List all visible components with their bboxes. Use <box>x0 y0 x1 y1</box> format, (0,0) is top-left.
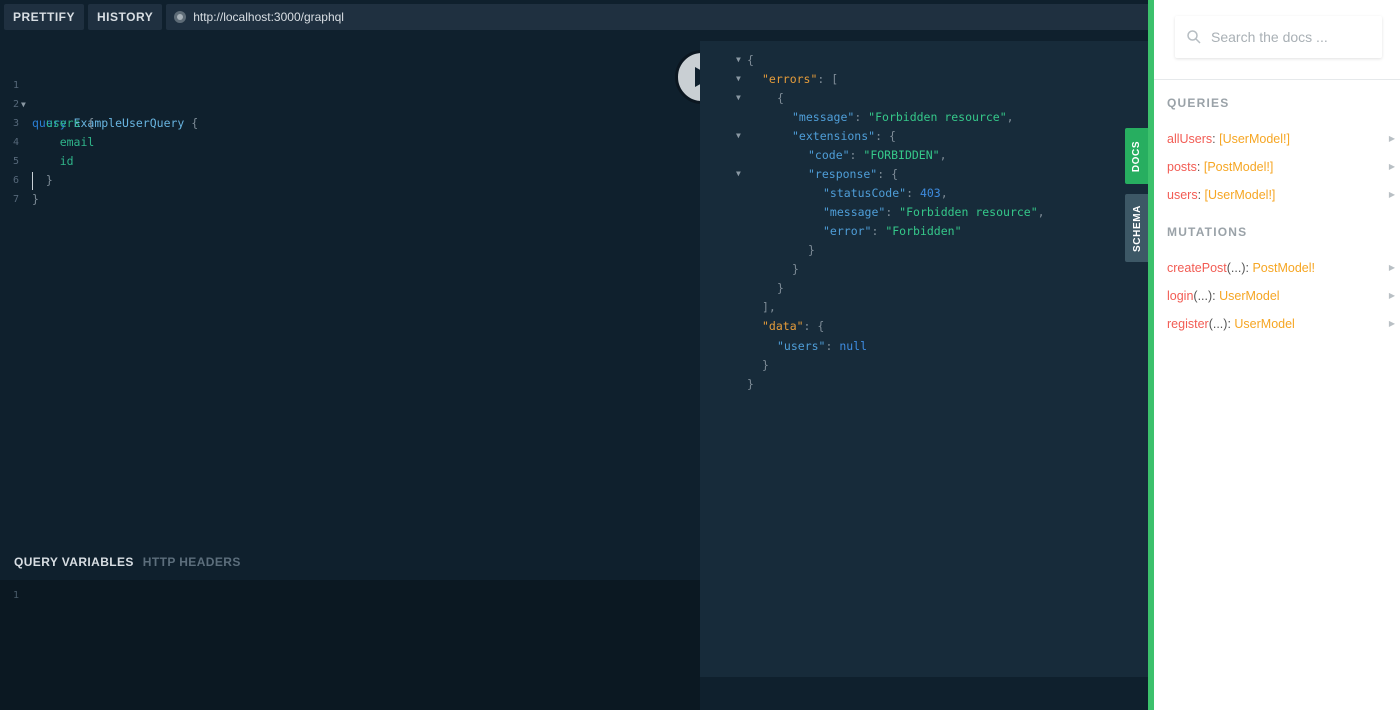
query-item-posts[interactable]: posts: [PostModel!] ▶ <box>1167 157 1399 177</box>
toolbar: PRETTIFY HISTORY http://localhost:3000/g… <box>0 0 1150 34</box>
history-button[interactable]: HISTORY <box>88 4 163 30</box>
fold-arrow-icon[interactable]: ▼ <box>736 93 741 102</box>
chevron-right-icon: ▶ <box>1388 162 1395 171</box>
tab-http-headers[interactable]: HTTP HEADERS <box>143 555 241 569</box>
endpoint-url-input[interactable]: http://localhost:3000/graphql <box>166 4 1150 30</box>
mutation-item-register[interactable]: register(...): UserModel ▶ <box>1167 314 1399 334</box>
fold-arrow-icon[interactable]: ▼ <box>736 131 741 140</box>
prettify-button[interactable]: PRETTIFY <box>4 4 85 30</box>
editor-line: 3 email <box>12 118 95 149</box>
query-item-users[interactable]: users: [UserModel!] ▶ <box>1167 185 1399 205</box>
editor-line: 1 ▼ query ExampleUserQuery { <box>12 80 199 130</box>
endpoint-url-text: http://localhost:3000/graphql <box>193 10 344 24</box>
bottom-strip <box>700 677 1148 710</box>
editor-line: 4 id <box>12 137 74 168</box>
chevron-right-icon: ▶ <box>1388 134 1395 143</box>
chevron-right-icon: ▶ <box>1388 291 1395 300</box>
query-editor[interactable]: 1 ▼ query ExampleUserQuery { 2 users { 3… <box>0 41 700 544</box>
fold-arrow-icon[interactable]: ▼ <box>736 55 741 64</box>
mutation-item-createpost[interactable]: createPost(...): PostModel! ▶ <box>1167 258 1399 278</box>
tab-query-variables[interactable]: QUERY VARIABLES <box>14 555 134 569</box>
status-dot-icon <box>174 11 187 23</box>
variables-editor[interactable]: 1 <box>0 580 700 710</box>
tab-docs[interactable]: DOCS <box>1125 128 1149 184</box>
tab-schema[interactable]: SCHEMA <box>1125 194 1149 262</box>
chevron-right-icon: ▶ <box>1388 319 1395 328</box>
mutations-section-title: MUTATIONS <box>1167 225 1248 239</box>
chevron-right-icon: ▶ <box>1388 190 1395 199</box>
text-cursor <box>32 172 33 190</box>
docs-search-box[interactable] <box>1175 16 1382 58</box>
variables-pane-header: QUERY VARIABLES HTTP HEADERS <box>0 544 700 580</box>
editor-line: 2 users { <box>12 99 95 130</box>
queries-section-title: QUERIES <box>1167 96 1230 110</box>
search-icon <box>1187 30 1201 44</box>
chevron-right-icon: ▶ <box>1388 263 1395 272</box>
query-item-allusers[interactable]: allUsers: [UserModel!] ▶ <box>1167 129 1399 149</box>
fold-arrow-icon[interactable]: ▼ <box>736 169 741 178</box>
result-viewer[interactable]: ▼ { ▼ "errors": [ ▼ { "message": "Forbid… <box>700 41 1148 677</box>
editor-line: 7 <box>12 194 19 205</box>
editor-line: 6 } <box>12 175 39 206</box>
docs-panel: QUERIES allUsers: [UserModel!] ▶ posts: … <box>1154 0 1400 710</box>
mutation-item-login[interactable]: login(...): UserModel ▶ <box>1167 286 1399 306</box>
docs-search-input[interactable] <box>1211 29 1371 45</box>
fold-arrow-icon[interactable]: ▼ <box>736 74 741 83</box>
line-number: 1 <box>13 590 20 601</box>
editor-line: 5 } <box>12 156 53 187</box>
